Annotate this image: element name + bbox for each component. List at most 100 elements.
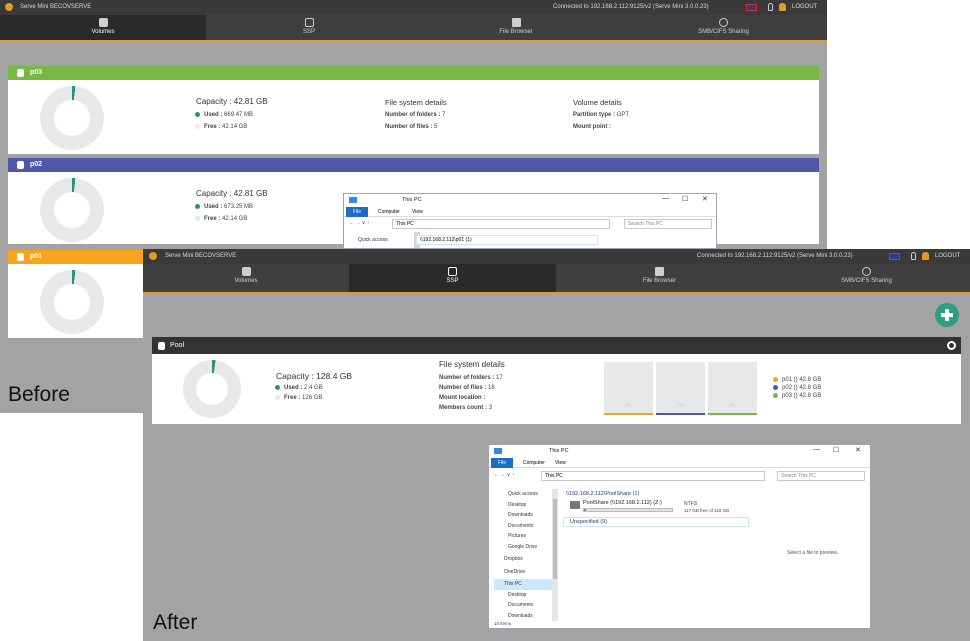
capacity-text: Capacity : 42.81 GB	[196, 189, 268, 198]
members-count-row: Members count : 3	[439, 405, 493, 411]
close-icon[interactable]: ✕	[702, 195, 708, 203]
capacity-text: Capacity : 128.4 GB	[276, 371, 353, 381]
nav-item[interactable]: Dropbox	[494, 554, 552, 565]
connection-status: Connected to 192.168.2.112:9125/v2 (Serv…	[553, 4, 709, 10]
language-flag-icon[interactable]	[889, 253, 900, 260]
user-icon[interactable]	[779, 3, 786, 11]
scrollbar[interactable]	[552, 489, 558, 621]
share-icon	[862, 267, 871, 276]
nav-item-this-pc[interactable]: This PC	[494, 579, 552, 590]
tab-smb-sharing[interactable]: SMB/CIFS Sharing	[620, 15, 827, 40]
quick-access-item[interactable]: Quick access	[358, 237, 388, 243]
member-dot-icon	[773, 393, 778, 398]
usage-donut	[183, 360, 241, 418]
logout-link[interactable]: LOGOUT	[935, 253, 960, 259]
unspecified-group[interactable]: Unspecified (9)	[563, 517, 749, 527]
address-bar[interactable]: This PC	[392, 219, 610, 229]
nav-item[interactable]: Documents	[494, 600, 552, 611]
free-row: Free : 42.14 GB	[195, 124, 247, 130]
member-pct: 2%	[676, 403, 685, 409]
database-icon	[98, 18, 108, 27]
drive-filesystem: NTFS	[684, 501, 698, 507]
tab-file-browser[interactable]: File Browser	[556, 264, 763, 292]
nav-item[interactable]: Desktop	[494, 500, 552, 511]
tab-label: SSP	[302, 29, 315, 35]
drive-free-space: 117 GB free of 119 GB	[684, 508, 730, 513]
network-drive-icon	[570, 501, 580, 509]
database-icon	[17, 69, 24, 77]
drive-icon	[448, 267, 457, 276]
partition-type-row: Partition type : GPT	[573, 112, 630, 118]
explorer-titlebar: This PC — ☐ ✕	[489, 445, 870, 457]
view-tab[interactable]: View	[412, 209, 423, 215]
nav-item[interactable]: Documents	[494, 521, 552, 532]
volume-details-title: Volume details	[573, 98, 622, 107]
back-forward-icons[interactable]: ← → ∨ ↑	[494, 472, 514, 478]
tab-file-browser[interactable]: File Browser	[412, 15, 620, 40]
usage-donut	[40, 270, 104, 334]
pool-card: Pool Capacity : 128.4 GB Used : 2.4 GB F…	[152, 337, 961, 424]
used-row: Used : 2.4 GB	[275, 385, 323, 391]
tab-label: SMB/CIFS Sharing	[841, 278, 892, 284]
computer-tab[interactable]: Computer	[378, 209, 400, 215]
nav-pane: Quick access Desktop Downloads Documents…	[494, 489, 552, 621]
minimize-icon[interactable]: —	[813, 446, 820, 453]
nav-item[interactable]: Desktop	[494, 590, 552, 601]
gear-icon[interactable]	[947, 341, 956, 350]
file-tab[interactable]: File	[346, 207, 368, 217]
tab-label: SSP	[446, 278, 459, 284]
explorer-title: This PC	[402, 197, 422, 203]
nav-item[interactable]: Downloads	[494, 611, 552, 622]
minimize-icon[interactable]: —	[662, 195, 669, 202]
tab-ssp[interactable]: SSP	[206, 15, 412, 40]
folder-icon	[655, 267, 664, 276]
add-pool-button[interactable]	[935, 303, 959, 327]
explorer-ribbon: File Computer View	[489, 458, 870, 468]
pool-header[interactable]: Pool	[152, 337, 961, 354]
user-icon[interactable]	[922, 252, 929, 260]
member-dot-icon	[773, 385, 778, 390]
drive-name[interactable]: PoolShare (\\192.168.2.112) (Z:)	[583, 500, 662, 506]
share-icon	[719, 18, 728, 27]
top-bar: Serve Mini BECOVSERVE Connected to 192.1…	[0, 0, 827, 15]
maximize-icon[interactable]: ☐	[833, 446, 839, 454]
before-explorer-window: This PC — ☐ ✕ File Computer View ← → ∨ ↑…	[343, 193, 717, 249]
after-explorer-window: This PC — ☐ ✕ File Computer View ← → ∨ ↑…	[488, 444, 871, 629]
tab-ssp[interactable]: SSP	[349, 264, 556, 292]
connection-status: Connected to 192.168.2.112:9125/v2 (Serv…	[697, 253, 853, 259]
file-tab[interactable]: File	[491, 458, 513, 468]
nav-item[interactable]: Downloads	[494, 510, 552, 521]
close-icon[interactable]: ✕	[855, 446, 861, 454]
volume-header[interactable]: p03	[8, 66, 819, 80]
preview-pane-text: Select a file to preview.	[787, 550, 839, 556]
files-row: Number of files : 5	[385, 124, 438, 130]
bulb-icon[interactable]	[911, 252, 916, 260]
files-row: Number of files : 18	[439, 385, 495, 391]
search-box[interactable]: Search This PC	[777, 471, 865, 481]
nav-item[interactable]: OneDrive	[494, 567, 552, 578]
address-bar[interactable]: This PC	[541, 471, 765, 481]
share-group-header[interactable]: \\192.168.2.112\PoolShare (1)	[566, 491, 639, 497]
bulb-icon[interactable]	[768, 3, 773, 11]
nav-item[interactable]: Quick access	[494, 489, 552, 500]
tab-smb-sharing[interactable]: SMB/CIFS Sharing	[763, 264, 970, 292]
back-forward-icons[interactable]: ← → ∨ ↑	[349, 220, 369, 226]
tab-volumes[interactable]: Volumes	[0, 15, 206, 40]
explorer-title: This PC	[549, 448, 569, 454]
search-box[interactable]: Search This PC	[624, 219, 712, 229]
computer-tab[interactable]: Computer	[523, 460, 545, 466]
tab-volumes[interactable]: Volumes	[143, 264, 349, 292]
view-tab[interactable]: View	[555, 460, 566, 466]
nav-item[interactable]: Pictures	[494, 531, 552, 542]
nav-item[interactable]: Google Drive	[494, 542, 552, 553]
tab-label: File Browser	[499, 29, 533, 35]
share-group-header[interactable]: \\192.168.2.112\p01 (1)	[416, 235, 598, 245]
after-label: After	[153, 611, 198, 634]
language-flag-icon[interactable]	[746, 4, 757, 11]
logout-link[interactable]: LOGOUT	[792, 4, 817, 10]
volume-card-p03: p03 Capacity : 42.81 GB Used : 669.47 MB…	[8, 66, 819, 154]
explorer-titlebar: This PC — ☐ ✕	[344, 194, 716, 206]
volume-header[interactable]: p02	[8, 158, 819, 172]
maximize-icon[interactable]: ☐	[682, 195, 688, 203]
capacity-text: Capacity : 42.81 GB	[196, 97, 268, 106]
